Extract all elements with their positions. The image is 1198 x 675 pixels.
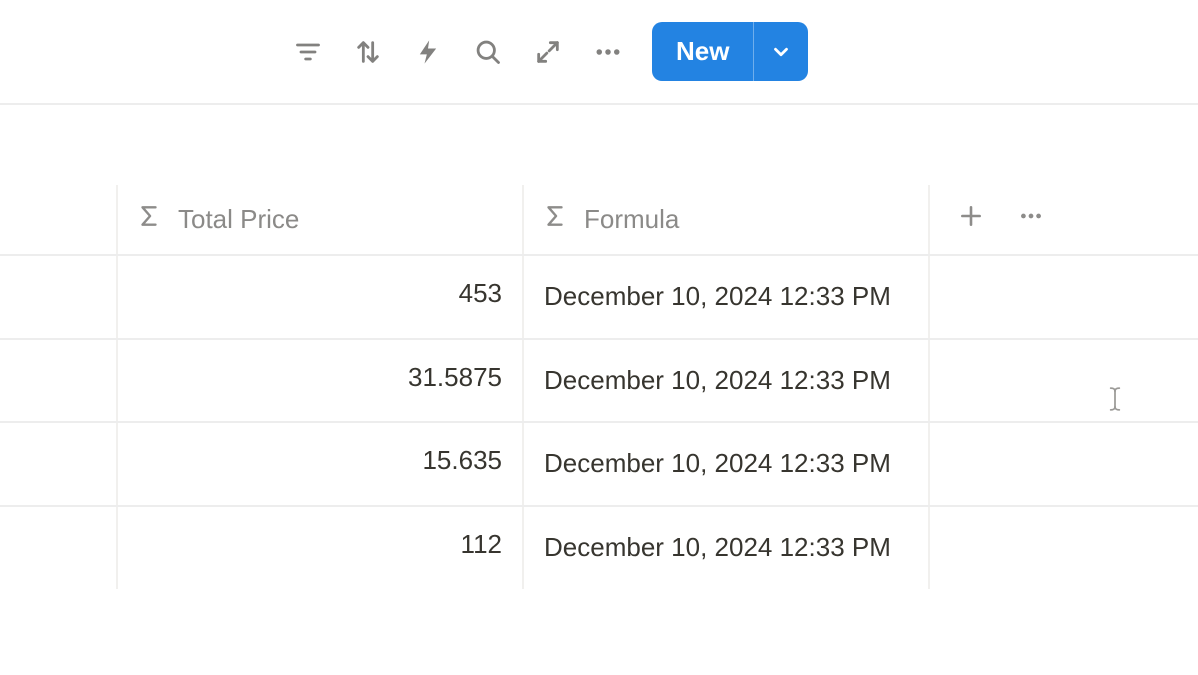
cell-total-price[interactable]: 31.5875 bbox=[118, 340, 524, 422]
text-cursor-icon bbox=[1106, 386, 1124, 417]
database-toolbar: New bbox=[0, 0, 1198, 105]
expand-icon[interactable] bbox=[532, 36, 564, 68]
column-label: Total Price bbox=[178, 204, 299, 235]
column-label: Formula bbox=[584, 204, 679, 235]
search-icon[interactable] bbox=[472, 36, 504, 68]
cell-trailing bbox=[930, 256, 1198, 338]
filter-icon[interactable] bbox=[292, 36, 324, 68]
cell-formula[interactable]: December 10, 2024 12:33 PM bbox=[524, 507, 930, 589]
cell-trailing bbox=[930, 507, 1198, 589]
cell-leading[interactable] bbox=[0, 507, 118, 589]
table-row[interactable]: 15.635 December 10, 2024 12:33 PM bbox=[0, 423, 1198, 507]
more-icon[interactable] bbox=[592, 36, 624, 68]
column-more-icon[interactable] bbox=[1018, 203, 1044, 236]
cell-formula[interactable]: December 10, 2024 12:33 PM bbox=[524, 256, 930, 338]
column-header-leading[interactable] bbox=[0, 185, 118, 254]
cell-leading[interactable] bbox=[0, 423, 118, 505]
add-column-icon[interactable] bbox=[958, 203, 984, 236]
new-button[interactable]: New bbox=[652, 22, 753, 81]
cell-formula[interactable]: December 10, 2024 12:33 PM bbox=[524, 423, 930, 505]
cell-total-price[interactable]: 112 bbox=[118, 507, 524, 589]
bolt-icon[interactable] bbox=[412, 36, 444, 68]
cell-trailing bbox=[930, 340, 1198, 422]
database-table: Total Price Formula bbox=[0, 185, 1198, 589]
column-header-total-price[interactable]: Total Price bbox=[118, 185, 524, 254]
cell-trailing bbox=[930, 423, 1198, 505]
table-body: 453 December 10, 2024 12:33 PM 31.5875 D… bbox=[0, 256, 1198, 589]
sigma-icon bbox=[136, 203, 162, 236]
cell-leading[interactable] bbox=[0, 256, 118, 338]
new-button-label: New bbox=[676, 36, 729, 67]
column-header-actions bbox=[930, 185, 1198, 254]
table-row[interactable]: 31.5875 December 10, 2024 12:33 PM bbox=[0, 340, 1198, 424]
table-header: Total Price Formula bbox=[0, 185, 1198, 256]
cell-total-price[interactable]: 15.635 bbox=[118, 423, 524, 505]
column-header-formula[interactable]: Formula bbox=[524, 185, 930, 254]
cell-formula[interactable]: December 10, 2024 12:33 PM bbox=[524, 340, 930, 422]
table-row[interactable]: 112 December 10, 2024 12:33 PM bbox=[0, 507, 1198, 589]
new-dropdown-caret[interactable] bbox=[753, 22, 808, 81]
new-button-group: New bbox=[652, 22, 808, 81]
cell-leading[interactable] bbox=[0, 340, 118, 422]
cell-total-price[interactable]: 453 bbox=[118, 256, 524, 338]
table-row[interactable]: 453 December 10, 2024 12:33 PM bbox=[0, 256, 1198, 340]
sigma-icon bbox=[542, 203, 568, 236]
sort-icon[interactable] bbox=[352, 36, 384, 68]
